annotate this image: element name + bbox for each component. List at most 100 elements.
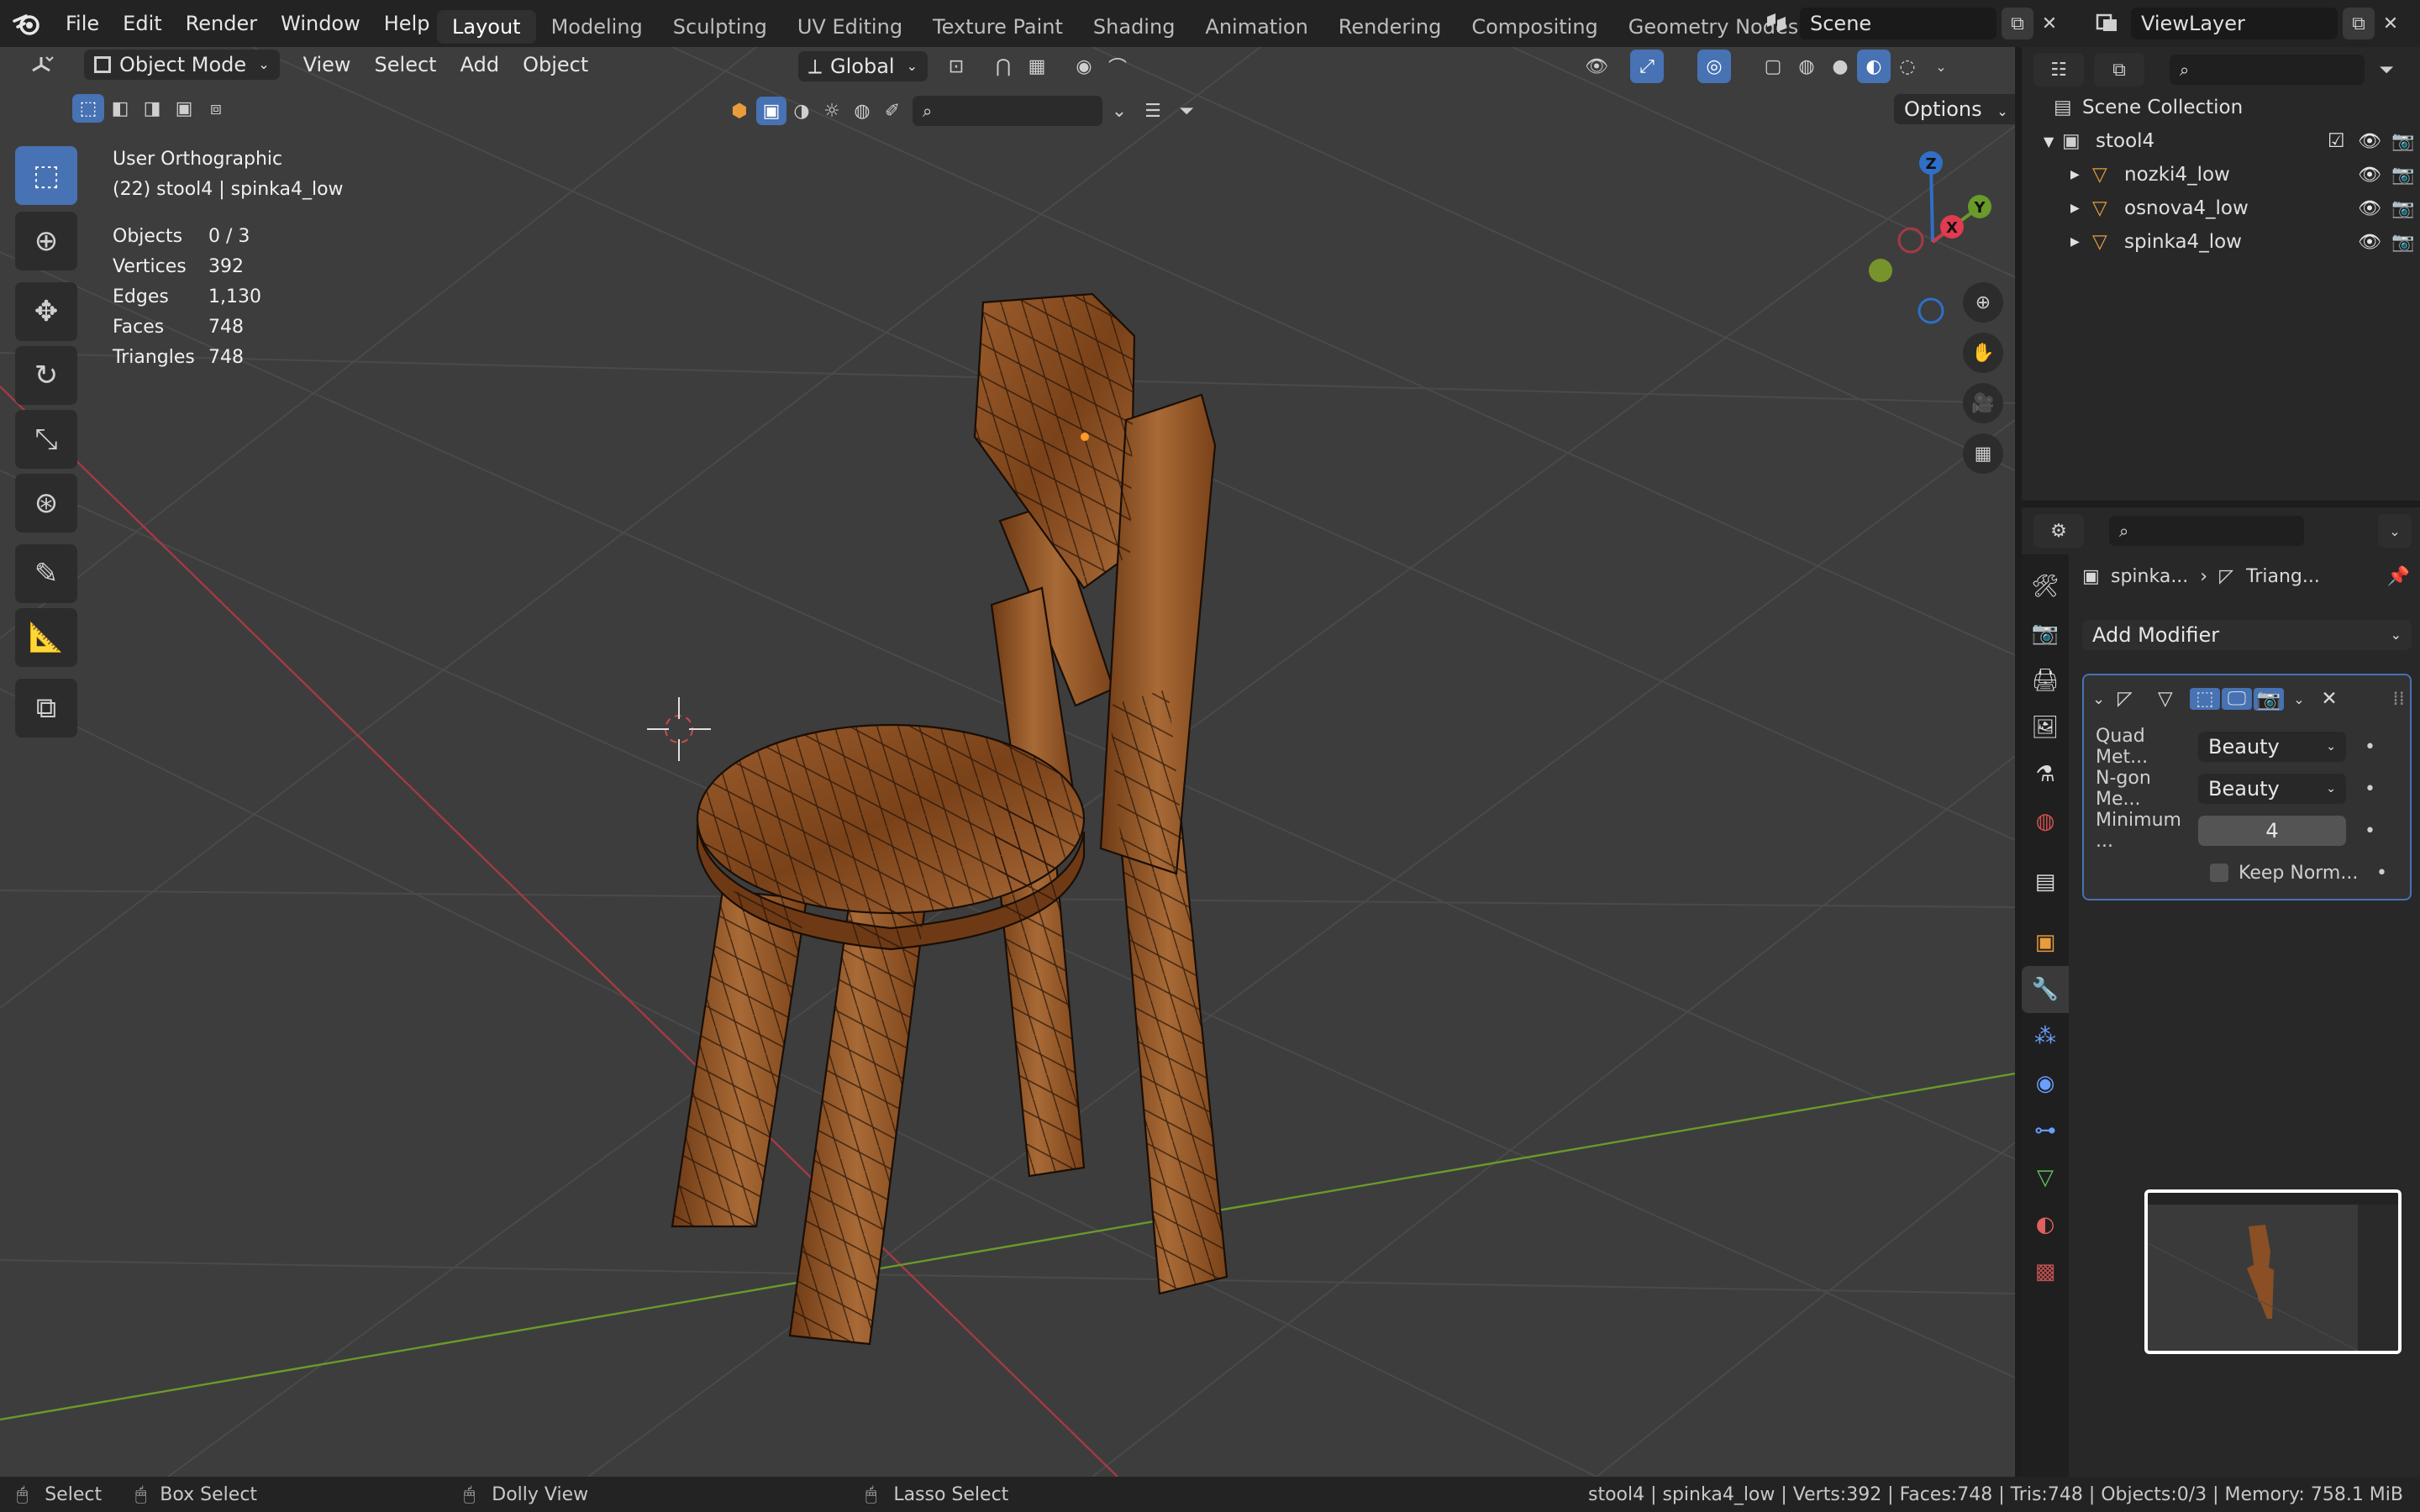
- render-camera-icon[interactable]: 📷: [2386, 232, 2420, 253]
- zoom-icon[interactable]: ⊕: [1963, 282, 2003, 323]
- quad-method-dropdown[interactable]: Beauty ⌄: [2198, 732, 2346, 762]
- measure-tool-icon[interactable]: 📐: [15, 608, 77, 667]
- outliner-item-spinka4-low[interactable]: ▶ ▽ spinka4_low 👁 📷: [2022, 225, 2420, 259]
- eye-icon[interactable]: 👁: [2353, 131, 2386, 152]
- menu-window[interactable]: Window: [269, 0, 372, 47]
- options-dropdown[interactable]: Options ⌄: [1894, 94, 2015, 124]
- shading-material-icon[interactable]: ◐: [1857, 50, 1891, 83]
- view-layer-field[interactable]: ViewLayer: [2131, 8, 2338, 39]
- output-tab-icon[interactable]: 🖨: [2022, 657, 2069, 704]
- proportional-edit-icon[interactable]: ◉: [1067, 50, 1101, 83]
- add-cube-tool-icon[interactable]: ⧉: [15, 679, 77, 738]
- minimum-vertices-input[interactable]: 4: [2198, 816, 2346, 846]
- blender-logo-icon[interactable]: [0, 0, 54, 47]
- snap-icon[interactable]: ⋂: [986, 50, 1020, 83]
- data-tab-icon[interactable]: ▽: [2022, 1154, 2069, 1201]
- filter-world-icon[interactable]: ◍: [847, 94, 877, 128]
- menu-edit[interactable]: Edit: [111, 0, 173, 47]
- filter-light-icon[interactable]: ☼: [817, 94, 847, 128]
- xray-icon[interactable]: ▢: [1756, 50, 1790, 83]
- menu-add[interactable]: Add: [449, 47, 511, 82]
- select-invert-icon[interactable]: ▣: [168, 94, 200, 123]
- drag-handle-icon[interactable]: ⁞⁞: [2392, 688, 2405, 710]
- menu-help[interactable]: Help: [372, 0, 442, 47]
- eye-icon[interactable]: 👁: [2353, 232, 2386, 253]
- tab-compositing[interactable]: Compositing: [1456, 10, 1612, 44]
- render-camera-icon[interactable]: 📷: [2386, 165, 2420, 186]
- tab-texture-paint[interactable]: Texture Paint: [918, 10, 1078, 44]
- expand-down-icon[interactable]: ▼: [2044, 134, 2062, 150]
- object-tab-icon[interactable]: ▣: [2022, 919, 2069, 966]
- shading-wireframe-icon[interactable]: ◍: [1790, 50, 1823, 83]
- annotate-tool-icon[interactable]: ✎: [15, 544, 77, 603]
- keyframe-dot-icon[interactable]: •: [2376, 863, 2387, 884]
- chevron-down-icon[interactable]: ⌄: [2284, 691, 2314, 707]
- particles-tab-icon[interactable]: ⁂: [2022, 1013, 2069, 1060]
- material-tab-icon[interactable]: ◐: [2022, 1201, 2069, 1248]
- render-preview-thumbnail[interactable]: [2144, 1189, 2402, 1354]
- select-intersect-icon[interactable]: ⧈: [200, 94, 232, 123]
- tab-shading[interactable]: Shading: [1078, 10, 1191, 44]
- select-new-icon[interactable]: ⬚: [72, 94, 104, 123]
- close-icon[interactable]: ✕: [2314, 688, 2344, 710]
- sort-icon[interactable]: ☰: [1136, 94, 1170, 128]
- select-extend-icon[interactable]: ◧: [104, 94, 136, 123]
- shading-solid-icon[interactable]: ●: [1823, 50, 1857, 83]
- add-modifier-button[interactable]: Add Modifier ⌄: [2082, 620, 2412, 650]
- render-camera-icon[interactable]: 📷: [2386, 131, 2420, 152]
- expand-right-icon[interactable]: ▶: [2070, 168, 2092, 181]
- move-tool-icon[interactable]: ✥: [15, 282, 77, 341]
- keep-normals-checkbox[interactable]: [2210, 864, 2228, 882]
- object-types-icon[interactable]: ⬢: [723, 94, 756, 128]
- expand-right-icon[interactable]: ▶: [2070, 202, 2092, 215]
- properties-search-input[interactable]: ⌕: [2109, 516, 2304, 546]
- on-cage-icon[interactable]: ⬚: [2190, 688, 2220, 710]
- eye-icon[interactable]: 👁: [2353, 165, 2386, 186]
- constraints-tab-icon[interactable]: ⊶: [2022, 1107, 2069, 1154]
- outliner-item-osnova4-low[interactable]: ▶ ▽ osnova4_low 👁 📷: [2022, 192, 2420, 225]
- render-tab-icon[interactable]: 📷: [2022, 610, 2069, 657]
- tab-layout[interactable]: Layout: [437, 10, 536, 44]
- scene-collection-row[interactable]: ▤ Scene Collection: [2022, 91, 2420, 124]
- texture-tab-icon[interactable]: ▩: [2022, 1248, 2069, 1295]
- outliner-item-nozki4-low[interactable]: ▶ ▽ nozki4_low 👁 📷: [2022, 158, 2420, 192]
- display-mode-icon[interactable]: ⧉: [2094, 53, 2144, 87]
- keyframe-dot-icon[interactable]: •: [2365, 737, 2375, 758]
- realtime-display-icon[interactable]: 🖵: [2222, 688, 2252, 710]
- collapse-chevron-icon[interactable]: ⌄: [2092, 690, 2118, 708]
- editor-type-icon[interactable]: [10, 48, 74, 81]
- outliner-editor-icon[interactable]: ☷: [2033, 53, 2084, 87]
- viewport-scene[interactable]: [0, 47, 2015, 1477]
- outliner-search-input[interactable]: ⌕: [2170, 55, 2365, 85]
- select-box-tool-icon[interactable]: ⬚: [15, 146, 77, 205]
- menu-object[interactable]: Object: [511, 47, 600, 82]
- chevron-down-icon[interactable]: ⌄: [2378, 514, 2412, 548]
- collection-tab-icon[interactable]: ▤: [2022, 858, 2069, 906]
- pivot-point-icon[interactable]: ⊡: [939, 50, 973, 83]
- camera-view-icon[interactable]: 🎥: [1963, 383, 2003, 423]
- physics-tab-icon[interactable]: ◉: [2022, 1060, 2069, 1107]
- view-layer-tab-icon[interactable]: 🖼: [2022, 704, 2069, 751]
- perspective-grid-icon[interactable]: ▦: [1963, 433, 2003, 474]
- properties-editor-icon[interactable]: ⚙: [2033, 514, 2084, 548]
- overlays-toggle-icon[interactable]: ◎: [1697, 50, 1731, 83]
- filter-icon[interactable]: ⏷: [2370, 53, 2403, 87]
- chevron-down-icon[interactable]: ⌄: [1924, 50, 1958, 83]
- filter-toggle-icon[interactable]: ⌄: [1102, 94, 1136, 128]
- snap-increment-icon[interactable]: ▦: [1020, 50, 1054, 83]
- transform-orientation-dropdown[interactable]: ⟂ Global ⌄: [798, 51, 928, 81]
- menu-select[interactable]: Select: [363, 47, 449, 82]
- tab-uv-editing[interactable]: UV Editing: [782, 10, 918, 44]
- view-layer-icon[interactable]: [2084, 7, 2131, 40]
- keyframe-dot-icon[interactable]: •: [2365, 779, 2375, 800]
- collection-row[interactable]: ▼ ▣ stool4 ☑ 👁 📷: [2022, 124, 2420, 158]
- pin-icon[interactable]: 📌: [2387, 566, 2410, 587]
- tab-rendering[interactable]: Rendering: [1323, 10, 1457, 44]
- eye-icon[interactable]: 👁: [2353, 198, 2386, 219]
- delete-scene-icon[interactable]: ✕: [2033, 7, 2065, 40]
- keyframe-dot-icon[interactable]: •: [2365, 821, 2375, 842]
- modifier-tab-icon[interactable]: 🔧: [2022, 966, 2069, 1013]
- visibility-icon[interactable]: 👁: [1580, 50, 1613, 83]
- viewport-search-input[interactable]: ⌕: [913, 96, 1102, 126]
- shading-rendered-icon[interactable]: ◌: [1891, 50, 1924, 83]
